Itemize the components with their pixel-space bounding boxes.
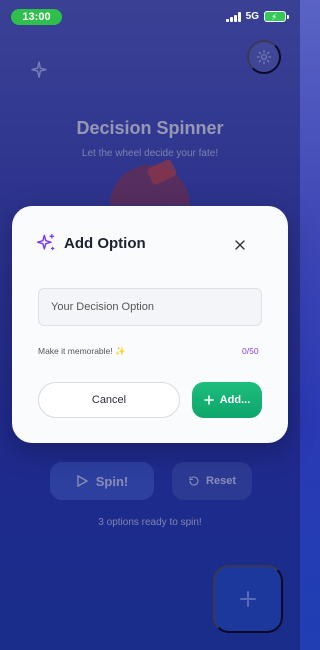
add-option-dialog: Add Option Make it memorable! ✨ 0/50 Can… bbox=[12, 206, 288, 443]
signal-icon bbox=[226, 11, 241, 22]
network-type: 5G bbox=[245, 11, 259, 22]
dialog-title: Add Option bbox=[64, 234, 146, 252]
plus-icon bbox=[203, 395, 214, 405]
input-hint: Make it memorable! ✨ bbox=[38, 346, 126, 356]
char-counter: 0/50 bbox=[242, 346, 259, 356]
close-icon bbox=[235, 240, 245, 250]
add-button[interactable]: Add... bbox=[192, 382, 262, 418]
sparkles-icon bbox=[36, 234, 55, 251]
status-indicators: 5G ⚡ bbox=[226, 11, 289, 22]
cancel-button[interactable]: Cancel bbox=[38, 382, 180, 418]
add-button-label: Add... bbox=[219, 394, 251, 406]
battery-icon: ⚡ bbox=[264, 11, 289, 22]
status-bar: 13:00 5G ⚡ bbox=[0, 0, 300, 34]
status-time: 13:00 bbox=[11, 9, 62, 25]
option-input[interactable] bbox=[38, 288, 262, 326]
close-button[interactable] bbox=[228, 233, 252, 257]
dialog-header: Add Option bbox=[36, 233, 146, 253]
